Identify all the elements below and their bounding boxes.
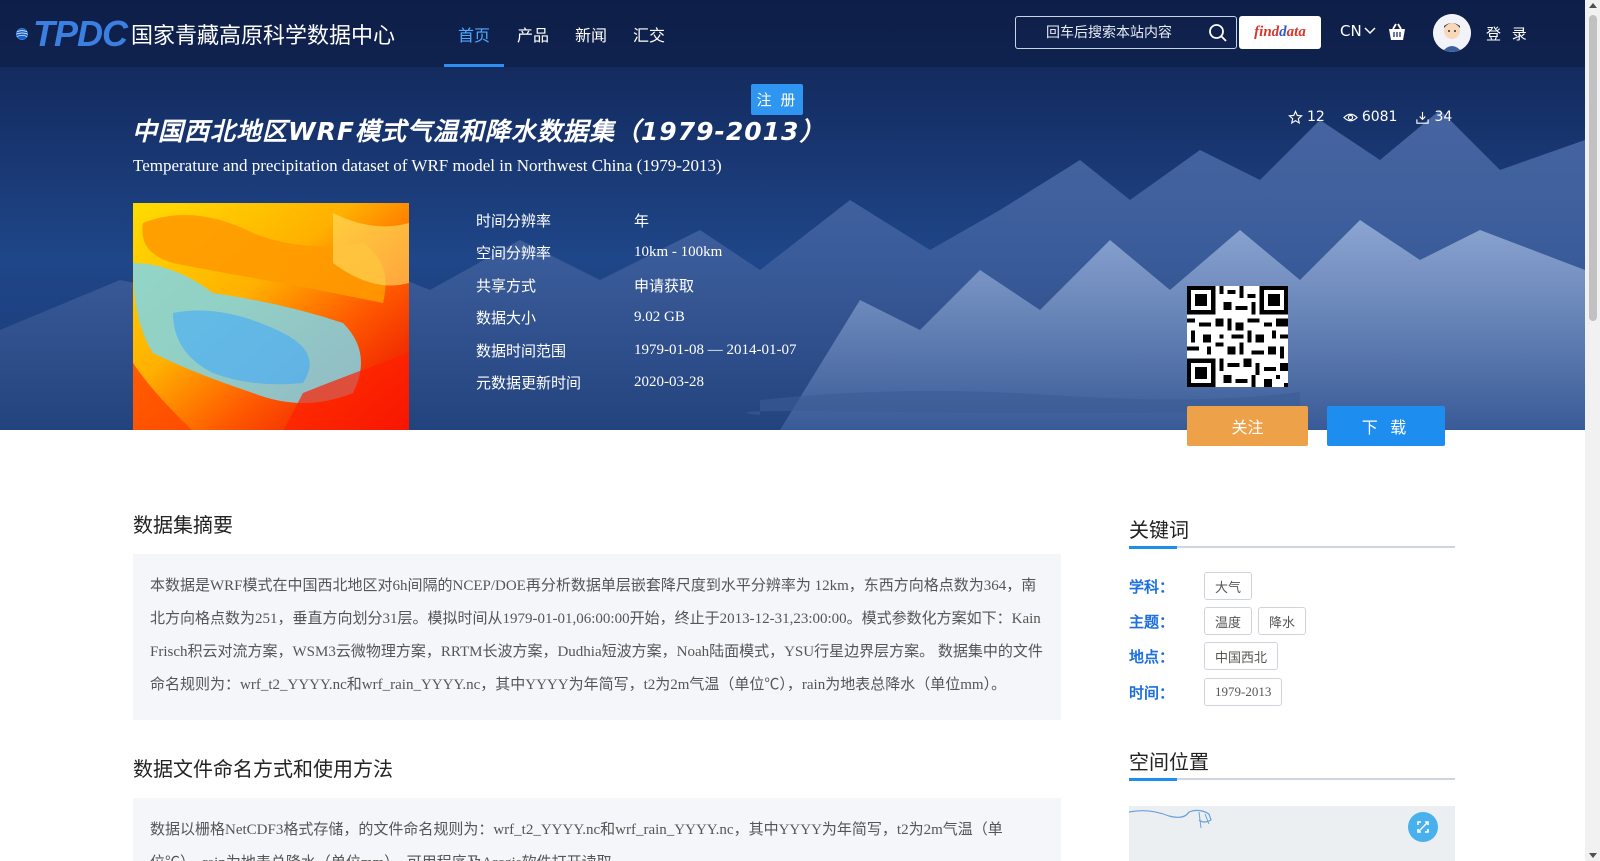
keyword-label: 时间： bbox=[1129, 683, 1175, 702]
keyword-label: 地点： bbox=[1129, 647, 1175, 666]
avatar[interactable] bbox=[1433, 14, 1471, 52]
abstract-title: 数据集摘要 bbox=[133, 513, 233, 537]
meta-row: 数据大小 9.02 GB bbox=[476, 302, 796, 335]
keyword-row-theme: 主题： 温度 降水 bbox=[1129, 607, 1312, 635]
meta-value: 2020-03-28 bbox=[634, 374, 704, 391]
logo-name: 国家青藏高原科学数据中心 bbox=[130, 24, 395, 49]
location-title: 空间位置 bbox=[1129, 750, 1209, 774]
meta-value: 1979-01-08 — 2014-01-07 bbox=[634, 341, 797, 358]
abstract-box: 本数据是WRF模式在中国西北地区对6h间隔的NCEP/DOE再分析数据单层嵌套降… bbox=[133, 554, 1061, 720]
user-avatar-icon bbox=[1433, 14, 1471, 52]
meta-key: 元数据更新时间 bbox=[476, 374, 582, 393]
search-box bbox=[1015, 16, 1237, 49]
meta-key: 时间分辨率 bbox=[476, 211, 552, 230]
register-button[interactable]: 注 册 bbox=[751, 84, 803, 115]
language-label: CN bbox=[1340, 22, 1362, 40]
qr-code bbox=[1187, 286, 1288, 387]
globe-logo-icon bbox=[15, 27, 29, 41]
keyword-tag[interactable]: 降水 bbox=[1258, 607, 1307, 635]
download-icon bbox=[1416, 111, 1430, 124]
scrollbar-thumb[interactable] bbox=[1589, 15, 1597, 321]
language-switch[interactable]: CN bbox=[1340, 22, 1376, 40]
page: TPDC 国家青藏高原科学数据中心 首页 产品 新闻 汇交 finddata C… bbox=[0, 0, 1600, 861]
stat-views: 6081 bbox=[1342, 109, 1398, 125]
search-icon[interactable] bbox=[1208, 23, 1228, 43]
naming-title: 数据文件命名方式和使用方法 bbox=[133, 757, 393, 781]
star-icon bbox=[1288, 109, 1303, 124]
location-map[interactable] bbox=[1129, 806, 1455, 861]
stars-count: 12 bbox=[1307, 109, 1325, 125]
meta-value: 年 bbox=[634, 213, 650, 230]
dataset-title-cn: 中国西北地区WRF模式气温和降水数据集（1979-2013） bbox=[132, 117, 826, 146]
views-count: 6081 bbox=[1361, 109, 1398, 125]
dataset-thumbnail bbox=[133, 203, 409, 430]
keyword-label: 主题： bbox=[1129, 612, 1175, 631]
search-input[interactable] bbox=[1016, 17, 1206, 48]
download-button[interactable]: 下 载 bbox=[1327, 406, 1445, 446]
hero-banner: TPDC 国家青藏高原科学数据中心 首页 产品 新闻 汇交 finddata C… bbox=[0, 0, 1585, 430]
findata-button[interactable]: find d ata bbox=[1239, 16, 1321, 49]
login-link[interactable]: 登 录 bbox=[1486, 23, 1530, 44]
meta-value: 9.02 GB bbox=[634, 309, 685, 326]
stat-stars[interactable]: 12 bbox=[1288, 109, 1325, 125]
eye-icon bbox=[1342, 113, 1358, 121]
keywords-divider bbox=[1129, 546, 1455, 549]
dataset-stats: 12 6081 34 bbox=[1288, 109, 1452, 125]
logo-abbr: TPDC bbox=[32, 13, 128, 54]
main-nav: 首页 产品 新闻 汇交 bbox=[444, 0, 678, 67]
keyword-tag[interactable]: 大气 bbox=[1204, 572, 1253, 600]
keyword-row-place: 地点： 中国西北 bbox=[1129, 642, 1284, 670]
findata-text-2: ata bbox=[1286, 24, 1306, 40]
naming-box: 数据以栅格NetCDF3格式存储，的文件命名规则为：wrf_t2_YYYY.nc… bbox=[133, 798, 1061, 861]
meta-key: 空间分辨率 bbox=[476, 244, 552, 263]
meta-key: 数据时间范围 bbox=[476, 341, 567, 360]
expand-icon bbox=[1417, 821, 1429, 833]
meta-row: 时间分辨率 年 bbox=[476, 204, 796, 237]
keyword-label: 学科： bbox=[1129, 577, 1175, 596]
stat-downloads: 34 bbox=[1415, 109, 1452, 125]
keyword-tag[interactable]: 1979-2013 bbox=[1204, 678, 1283, 706]
chevron-down-icon bbox=[1364, 27, 1376, 35]
downloads-count: 34 bbox=[1434, 109, 1453, 125]
abstract-text: 本数据是WRF模式在中国西北地区对6h间隔的NCEP/DOE再分析数据单层嵌套降… bbox=[150, 578, 1043, 693]
naming-text: 数据以栅格NetCDF3格式存储，的文件命名规则为：wrf_t2_YYYY.nc… bbox=[150, 822, 1003, 861]
scroll-up-arrow[interactable] bbox=[1589, 3, 1597, 8]
keyword-row-subject: 学科： 大气 bbox=[1129, 572, 1258, 600]
keywords-title: 关键词 bbox=[1129, 518, 1189, 542]
meta-key: 共享方式 bbox=[476, 276, 537, 295]
meta-key: 数据大小 bbox=[476, 309, 537, 328]
nav-products[interactable]: 产品 bbox=[504, 0, 562, 67]
nav-news[interactable]: 新闻 bbox=[562, 0, 620, 67]
meta-row: 空间分辨率 10km - 100km bbox=[476, 237, 796, 270]
page-scrollbar[interactable] bbox=[1585, 0, 1600, 861]
keyword-tag[interactable]: 温度 bbox=[1204, 607, 1253, 635]
meta-row: 元数据更新时间 2020-03-28 bbox=[476, 367, 796, 400]
location-divider bbox=[1129, 778, 1455, 781]
map-coastline bbox=[1129, 809, 1212, 829]
map-fullscreen-button[interactable] bbox=[1408, 812, 1438, 842]
meta-value: 10km - 100km bbox=[634, 244, 723, 261]
nav-home[interactable]: 首页 bbox=[444, 0, 505, 67]
follow-button[interactable]: 关注 bbox=[1187, 406, 1308, 446]
dataset-meta-list: 时间分辨率 年 空间分辨率 10km - 100km 共享方式 申请获取 数据大小 9.… bbox=[476, 204, 796, 399]
cart-icon[interactable] bbox=[1386, 21, 1408, 43]
scroll-down-arrow[interactable] bbox=[1589, 853, 1597, 858]
keyword-row-time: 时间： 1979-2013 bbox=[1129, 678, 1288, 706]
dataset-title-en: Temperature and precipitation dataset of… bbox=[133, 156, 722, 175]
meta-value: 申请获取 bbox=[634, 278, 695, 295]
findata-text-1: find bbox=[1254, 24, 1280, 40]
meta-row: 共享方式 申请获取 bbox=[476, 269, 796, 302]
site-logo[interactable]: TPDC 国家青藏高原科学数据中心 bbox=[15, 3, 395, 65]
meta-row: 数据时间范围 1979-01-08 — 2014-01-07 bbox=[476, 334, 796, 367]
keyword-tag[interactable]: 中国西北 bbox=[1204, 642, 1279, 670]
nav-submit[interactable]: 汇交 bbox=[620, 0, 678, 67]
findata-text-d: d bbox=[1279, 24, 1287, 40]
